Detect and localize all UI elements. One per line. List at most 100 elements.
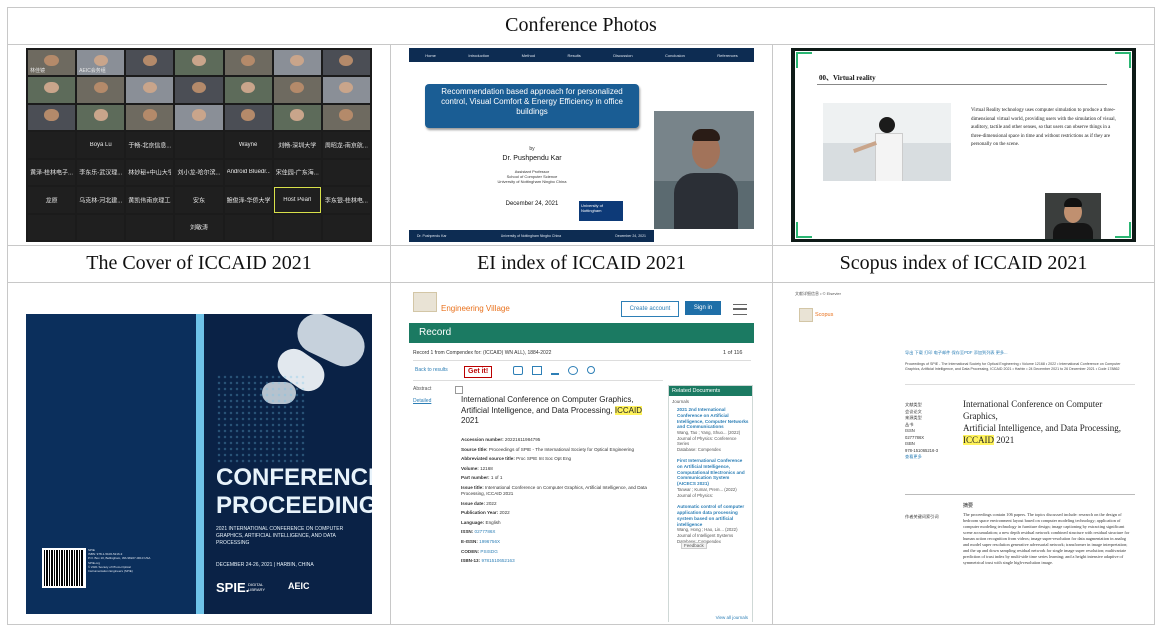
ev-field-key: Source title: xyxy=(461,446,488,452)
download-icon[interactable] xyxy=(551,366,559,375)
scopus-left-meta: 文献类型 会议论文 来源类型 丛书 ISSN 0277786X ISBN 978-151065… xyxy=(905,402,955,461)
comment-icon[interactable] xyxy=(513,366,523,375)
get-it-button[interactable]: Get it! xyxy=(464,366,493,378)
ev-field: Volume: 12168 xyxy=(461,466,661,472)
participant-tile xyxy=(126,104,174,131)
participant-video xyxy=(93,54,108,66)
feedback-button[interactable]: Feedback xyxy=(681,542,707,549)
slide-speaker: Dr. Pushpendu Kar xyxy=(502,155,562,162)
participant-video xyxy=(339,81,354,94)
participant-tile xyxy=(322,50,370,76)
share-icon[interactable] xyxy=(568,366,578,375)
related-item[interactable]: First International Conference on Artifi… xyxy=(677,458,749,498)
view-all-journals-link[interactable]: View all journals xyxy=(716,615,748,620)
record-bar: Record xyxy=(409,323,754,343)
ev-field-key: ISSN: xyxy=(461,529,474,535)
keynote-slide-screenshot: Home Introduction Method Results Discuss… xyxy=(409,48,754,242)
print-icon[interactable] xyxy=(532,366,542,375)
scopus-screenshot: 文献详细信息 • © Elsevier Scopus 导出 下载 打印 电子邮件… xyxy=(791,288,1136,618)
slide-footer-right: December 24, 2021 xyxy=(615,234,646,238)
ev-field: Part number: 1 of 1 xyxy=(461,475,661,481)
participant-tile: 周昭龙-南京航... xyxy=(322,132,370,158)
slide-title-box: Recommendation based approach for person… xyxy=(425,84,639,128)
participant-video xyxy=(142,54,157,66)
participant-tile xyxy=(28,132,76,158)
participant-name: 龙原 xyxy=(45,198,58,205)
participant-video xyxy=(290,54,305,66)
related-tab[interactable]: Journals xyxy=(669,396,752,407)
ev-field-value: 1 of 1 xyxy=(490,475,503,481)
related-documents: Related Documents Journals 2021 2nd Inte… xyxy=(668,385,753,622)
spie-logo-sub: DIGITAL LIBRARY xyxy=(248,582,266,592)
ev-field-value: Proceedings of SPIE - The International … xyxy=(488,446,635,452)
participant-video xyxy=(44,81,59,94)
participant-name: 乌克林-河北建... xyxy=(79,198,123,205)
participant-tile: 龙原 xyxy=(28,187,76,213)
participant-tile xyxy=(273,214,321,240)
ev-field: Language: English xyxy=(461,520,661,526)
participant-name: 安东 xyxy=(192,198,205,205)
back-to-results-link[interactable]: Back to results xyxy=(415,367,448,373)
participant-tile: 乌克林-河北建... xyxy=(77,187,125,213)
search-icon[interactable] xyxy=(587,366,595,374)
caption-scopus: Scopus index of ICCAID 2021 xyxy=(839,252,1088,274)
participant-tile xyxy=(77,77,125,103)
proceedings-cover: SPIE ISBN: 978-1-5106-5216-3 P.O. Box 10… xyxy=(26,314,372,614)
ev-field-key: E-ISSN: xyxy=(461,538,478,544)
participant-tile: 刘畅-深圳大学 xyxy=(273,132,321,158)
scopus-actions[interactable]: 导出 下载 打印 电子邮件 保存至PDF 添加到列表 更多... xyxy=(905,350,1008,356)
participant-name: 刘敏涛 xyxy=(189,225,208,232)
participant-tile: 林妙秘+中山大学 xyxy=(126,159,174,186)
scopus-meta-item[interactable]: 查看更多 xyxy=(905,454,955,461)
participant-tile xyxy=(224,77,272,103)
ev-field: ISSN: 0277786X xyxy=(461,529,661,535)
ev-field-key: Part number: xyxy=(461,475,490,481)
ev-field-key: CODEN: xyxy=(461,548,480,554)
participant-name: 刘小龙-哈尔滨... xyxy=(177,170,221,177)
ev-record-title: International Conference on Computer Gra… xyxy=(461,395,642,425)
sign-in-button[interactable]: Sign in xyxy=(685,301,721,315)
spine-line: © 2021 Society of Photo-Optical Instrume… xyxy=(88,564,133,574)
abstract-side: 作者关键词索引词 xyxy=(905,514,939,519)
ev-field-value: English xyxy=(485,519,501,525)
participant-tile xyxy=(175,77,223,103)
slide-nav-item: References xyxy=(717,52,738,58)
barcode xyxy=(42,548,86,588)
presenter-webcam xyxy=(1045,193,1101,239)
select-checkbox[interactable] xyxy=(455,386,463,394)
participant-name: Boya Lu xyxy=(89,141,112,148)
related-title-link[interactable]: First International Conference on Artifi… xyxy=(677,458,749,487)
ev-field: E-ISSN: 1996756X xyxy=(461,539,661,545)
participant-tile: 刘小龙-哈尔滨... xyxy=(175,159,223,186)
menu-icon[interactable] xyxy=(733,304,747,315)
caption-cover: The Cover of ICCAID 2021 xyxy=(86,252,312,274)
ev-field-key: Language: xyxy=(461,519,485,525)
ev-field: Publication Year: 2022 xyxy=(461,510,661,516)
participant-video xyxy=(241,54,256,66)
participant-name: Android Bluedr... xyxy=(226,169,270,176)
vr-presentation-screenshot: 00、Virtual reality Virtual Reality techn… xyxy=(791,48,1136,242)
ev-brand[interactable]: Engineering Village xyxy=(441,304,510,313)
related-title-link[interactable]: Automatic control of computer applicatio… xyxy=(677,504,749,527)
cover-subtitle: 2021 INTERNATIONAL CONFERENCE ON COMPUTE… xyxy=(216,526,344,546)
aeic-logo: AEIC xyxy=(288,581,310,591)
toolbar-icons[interactable] xyxy=(513,366,603,376)
side-link-detailed[interactable]: Detailed xyxy=(413,398,431,404)
participant-video xyxy=(339,109,354,121)
scopus-brand[interactable]: Scopus xyxy=(815,312,833,318)
participant-tile: 宋佳园-广东海... xyxy=(273,159,321,186)
university-logo: University of Nottingham xyxy=(579,201,623,221)
related-item[interactable]: 2021 2nd International Conference on Art… xyxy=(677,407,749,452)
ev-field-value: 2022 xyxy=(499,510,510,516)
side-link-abstract[interactable]: Abstract xyxy=(413,386,431,392)
pagination[interactable]: 1 of 116 xyxy=(723,350,742,356)
related-title-link[interactable]: 2021 2nd International Conference on Art… xyxy=(677,407,749,430)
title-highlight: ICCAID xyxy=(963,435,994,445)
participant-tile: 李东乐-武汉理... xyxy=(77,159,125,186)
ev-field-value: International Conference on Computer Gra… xyxy=(461,484,647,496)
create-account-button[interactable]: Create account xyxy=(621,301,679,317)
caption-ei: EI index of ICCAID 2021 xyxy=(477,252,686,274)
related-item[interactable]: Automatic control of computer applicatio… xyxy=(677,504,749,543)
participant-tile: AEIC会务组 xyxy=(77,50,125,76)
participant-tile: 鲍俊泽-华侨大学 xyxy=(224,187,272,213)
